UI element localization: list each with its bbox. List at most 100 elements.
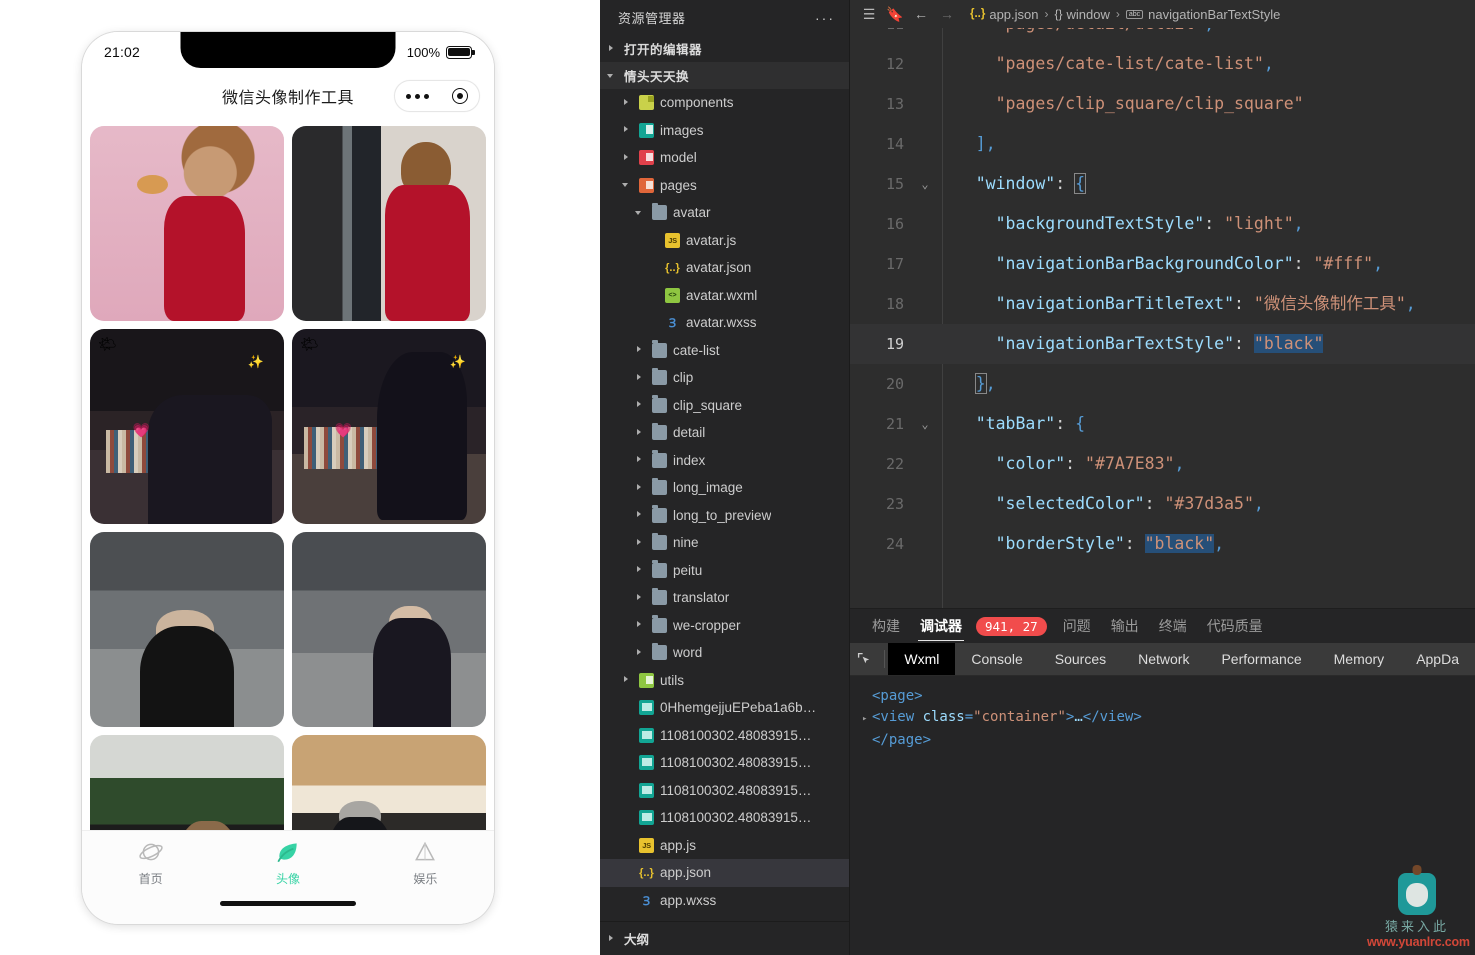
panel-tab-构建[interactable]: 构建 (862, 609, 910, 643)
chevron-right-icon[interactable] (634, 454, 646, 466)
tree-item-long_to_preview[interactable]: long_to_preview (600, 502, 849, 530)
chevron-right-icon[interactable] (634, 564, 646, 576)
tree-item-1108100302.48083915[interactable]: 1108100302.48083915… (600, 749, 849, 777)
devtools-tab-memory[interactable]: Memory (1318, 643, 1401, 675)
tree-item-peitu[interactable]: peitu (600, 557, 849, 585)
panel-tab-代码质量[interactable]: 代码质量 (1197, 609, 1273, 643)
tree-item-detail[interactable]: detail (600, 419, 849, 447)
bookmark-icon[interactable]: 🔖 (882, 1, 908, 27)
chevron-right-icon[interactable] (634, 482, 646, 494)
chevron-right-icon[interactable] (634, 647, 646, 659)
tree-item-pages[interactable]: pages (600, 172, 849, 200)
photo-cafe-couple-left[interactable]: 🌤 ✨ 💗 (90, 329, 284, 524)
code-line-18[interactable]: 18 "navigationBarTitleText": "微信头像制作工具", (850, 284, 1475, 324)
photo-store-man[interactable] (292, 735, 486, 830)
chevron-right-icon[interactable] (634, 372, 646, 384)
devtools-tab-wxml[interactable]: Wxml (888, 643, 956, 675)
tree-item-translator[interactable]: translator (600, 584, 849, 612)
more-dots-icon[interactable] (406, 93, 430, 99)
tree-item-avatar.json[interactable]: {..} avatar.json (600, 254, 849, 282)
panel-tab-bar[interactable]: 构建 调试器 941, 27 问题 输出 终端 代码质量 (850, 609, 1475, 643)
section-open-editors[interactable]: 打开的编辑器 (600, 35, 849, 62)
photo-grid-scroll[interactable]: 🌤 ✨ 💗 🌤 ✨ 💗 (82, 120, 494, 830)
tree-item-app.wxss[interactable]: Ɜapp.wxss (600, 887, 849, 915)
chevron-right-icon[interactable] (634, 344, 646, 356)
tree-item-avatar[interactable]: avatar (600, 199, 849, 227)
chevron-right-icon[interactable] (621, 97, 633, 109)
capsule-buttons[interactable] (394, 80, 480, 112)
code-line-17[interactable]: 17 "navigationBarBackgroundColor": "#fff… (850, 244, 1475, 284)
photo-store-woman[interactable] (90, 735, 284, 830)
devtools-tab-performance[interactable]: Performance (1205, 643, 1317, 675)
code-editor[interactable]: 11 "pages/detail/detail",12 "pages/cate-… (850, 28, 1475, 608)
fold-chevron-icon[interactable]: ⌄ (914, 164, 936, 204)
tree-item-nine[interactable]: nine (600, 529, 849, 557)
tree-item-word[interactable]: word (600, 639, 849, 667)
tree-item-we-cropper[interactable]: we-cropper (600, 612, 849, 640)
panel-tab-调试器[interactable]: 调试器 (910, 609, 972, 643)
file-tree[interactable]: components images model pages avatar JS avatar… (600, 89, 849, 914)
chevron-right-icon[interactable] (634, 399, 646, 411)
breadcrumb[interactable]: ☰ 🔖 ← → {..} app.json › {} window › abc … (850, 0, 1475, 28)
panel-tab-问题[interactable]: 问题 (1053, 609, 1101, 643)
code-line-24[interactable]: 24 "borderStyle": "black", (850, 524, 1475, 564)
devtools-tab-network[interactable]: Network (1122, 643, 1205, 675)
tree-item-avatar.wxss[interactable]: Ɜavatar.wxss (600, 309, 849, 337)
dom-node-2[interactable]: </page> (862, 730, 1463, 751)
element-picker-icon[interactable] (850, 643, 880, 675)
code-line-21[interactable]: 21 ⌄ "tabBar": { (850, 404, 1475, 444)
tree-item-avatar.js[interactable]: JS avatar.js (600, 227, 849, 255)
code-line-14[interactable]: 14 ], (850, 124, 1475, 164)
photo-warehouse-woman[interactable] (292, 532, 486, 727)
tree-item-cate-list[interactable]: cate-list (600, 337, 849, 365)
dom-node-1[interactable]: ▸ <view class="container">…</view> (862, 707, 1463, 730)
fold-chevron-icon[interactable]: ⌄ (914, 404, 936, 444)
tree-item-images[interactable]: images (600, 117, 849, 145)
tree-item-utils[interactable]: utils (600, 667, 849, 695)
tree-item-clip[interactable]: clip (600, 364, 849, 392)
tree-item-components[interactable]: components (600, 89, 849, 117)
chevron-right-icon[interactable] (634, 427, 646, 439)
devtools-tab-appda[interactable]: AppDa (1400, 643, 1475, 675)
tabbar-item-home[interactable]: 首页 (82, 839, 219, 887)
tree-item-clip_square[interactable]: clip_square (600, 392, 849, 420)
photo-cafe-couple-right[interactable]: 🌤 ✨ 💗 (292, 329, 486, 524)
code-line-15[interactable]: 15 ⌄ "window": { (850, 164, 1475, 204)
code-line-13[interactable]: 13 "pages/clip_square/clip_square" (850, 84, 1475, 124)
tree-item-1108100302.48083915[interactable]: 1108100302.48083915… (600, 777, 849, 805)
tree-item-avatar.wxml[interactable]: avatar.wxml (600, 282, 849, 310)
code-line-23[interactable]: 23 "selectedColor": "#37d3a5", (850, 484, 1475, 524)
tree-item-0hhemgejjuepeba1a6b[interactable]: 0HhemgejjuEPeba1a6b… (600, 694, 849, 722)
arrow-left-icon[interactable]: ← (908, 1, 934, 27)
devtools-tab-bar[interactable]: Wxml Console Sources Network Performance Memo… (850, 643, 1475, 676)
tabbar-item-avatar[interactable]: 头像 (219, 839, 356, 887)
chevron-down-icon[interactable] (621, 179, 633, 191)
code-line-11[interactable]: 11 "pages/detail/detail", (850, 28, 1475, 44)
code-line-16[interactable]: 16 "backgroundTextStyle": "light", (850, 204, 1475, 244)
chevron-right-icon[interactable] (621, 674, 633, 686)
chevron-right-icon[interactable] (621, 124, 633, 136)
section-outline[interactable]: 大纲 (600, 921, 849, 955)
devtools-tab-sources[interactable]: Sources (1039, 643, 1122, 675)
photo-red-dress-woman[interactable] (90, 126, 284, 321)
chevron-right-icon[interactable] (634, 619, 646, 631)
chevron-right-icon[interactable] (634, 592, 646, 604)
breadcrumb-property[interactable]: navigationBarTextStyle (1148, 7, 1280, 22)
chevron-down-icon[interactable] (634, 207, 646, 219)
dom-node-0[interactable]: <page> (862, 686, 1463, 707)
tree-item-model[interactable]: model (600, 144, 849, 172)
wxml-dom-tree[interactable]: <page> ▸ <view class="container">…</view> <… (850, 676, 1475, 761)
code-line-20[interactable]: 20 }, (850, 364, 1475, 404)
arrow-right-icon[interactable]: → (934, 1, 960, 27)
target-circle-icon[interactable] (451, 88, 468, 104)
tree-item-index[interactable]: index (600, 447, 849, 475)
devtools-tab-console[interactable]: Console (955, 643, 1038, 675)
section-project-root[interactable]: 情头天天换 (600, 62, 849, 89)
breadcrumb-file[interactable]: app.json (989, 7, 1038, 22)
photo-red-shirt-man[interactable] (292, 126, 486, 321)
explorer-more-icon[interactable]: ··· (815, 10, 835, 26)
code-line-12[interactable]: 12 "pages/cate-list/cate-list", (850, 44, 1475, 84)
code-line-19[interactable]: 19 "navigationBarTextStyle": "black" (850, 324, 1475, 364)
chevron-right-icon[interactable] (634, 509, 646, 521)
code-line-22[interactable]: 22 "color": "#7A7E83", (850, 444, 1475, 484)
